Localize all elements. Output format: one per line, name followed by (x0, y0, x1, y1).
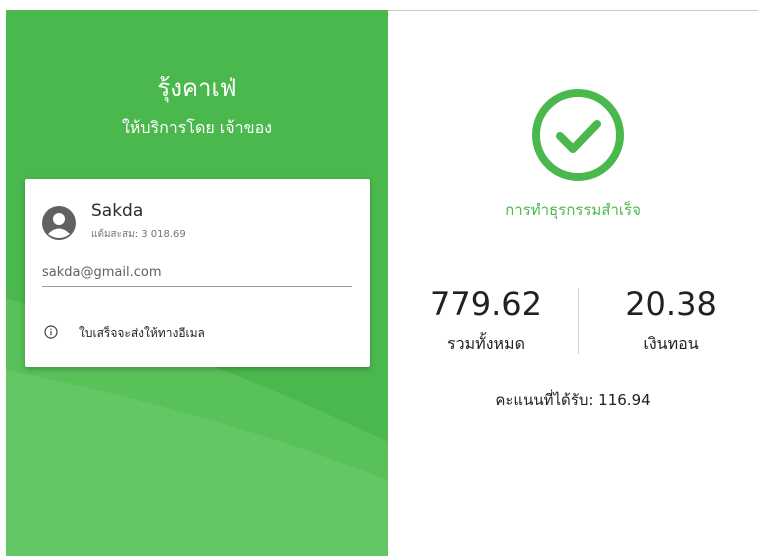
change-label: เงินทอน (643, 334, 699, 353)
check-circle-icon (532, 89, 624, 181)
customer-points: แต้มสะสม: 3 018.69 (91, 229, 186, 240)
total-label: รวมทั้งหมด (447, 334, 525, 353)
points-earned-text: คะแนนที่ได้รับ: 116.94 (495, 391, 651, 409)
customer-card: Sakda แต้มสะสม: 3 018.69 sakda@gmail.com… (25, 179, 370, 367)
email-field[interactable]: sakda@gmail.com (42, 264, 352, 287)
customer-name: Sakda (91, 201, 144, 221)
info-outline-icon (44, 325, 58, 339)
amount-divider (578, 288, 579, 354)
store-name: รุ้งคาเฟ่ (157, 74, 237, 102)
change-amount: 20.38 (625, 285, 717, 323)
store-panel: รุ้งคาเฟ่ ให้บริการโดย เจ้าของ Sakda แต้… (6, 10, 388, 556)
transaction-complete-screen: รุ้งคาเฟ่ ให้บริการโดย เจ้าของ Sakda แต้… (0, 0, 758, 556)
transaction-success-text: การทำธุรกรรมสำเร็จ (505, 201, 641, 219)
served-by-text: ให้บริการโดย เจ้าของ (121, 118, 272, 137)
top-border (388, 10, 758, 11)
receipt-email-note: ใบเสร็จจะส่งให้ทางอีเมล (79, 326, 205, 340)
account-circle-icon (42, 206, 76, 240)
total-amount: 779.62 (430, 285, 542, 323)
